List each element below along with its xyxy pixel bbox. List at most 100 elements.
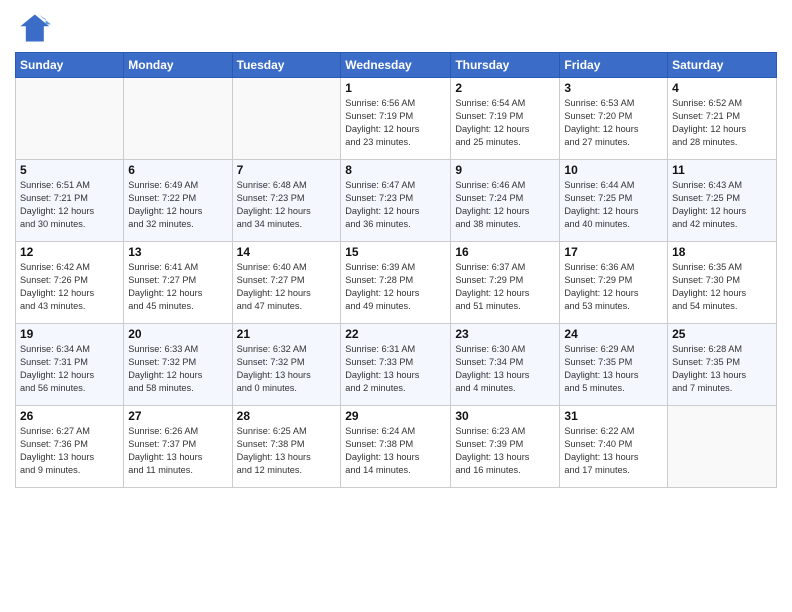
- weekday-header-tuesday: Tuesday: [232, 53, 341, 78]
- day-number: 11: [672, 163, 772, 177]
- day-info: Sunrise: 6:47 AM Sunset: 7:23 PM Dayligh…: [345, 179, 446, 231]
- day-cell: 26 Sunrise: 6:27 AM Sunset: 7:36 PM Dayli…: [16, 406, 124, 488]
- weekday-header-monday: Monday: [124, 53, 232, 78]
- day-info: Sunrise: 6:46 AM Sunset: 7:24 PM Dayligh…: [455, 179, 555, 231]
- day-cell: 14Sunrise: 6:40 AM Sunset: 7:27 PM Dayli…: [232, 242, 341, 324]
- day-info: Sunrise: 6:31 AM Sunset: 7:33 PM Dayligh…: [345, 343, 446, 395]
- day-info: Sunrise: 6:36 AM Sunset: 7:29 PM Dayligh…: [564, 261, 663, 313]
- day-info: Sunrise: 6:27 AM Sunset: 7:36 PM Dayligh…: [20, 425, 119, 477]
- day-cell: 5 Sunrise: 6:51 AM Sunset: 7:21 PM Daylig…: [16, 160, 124, 242]
- day-cell: 4 Sunrise: 6:52 AM Sunset: 7:21 PM Daylig…: [668, 78, 777, 160]
- day-number: 17: [564, 245, 663, 259]
- day-number: 19: [20, 327, 119, 341]
- day-number: 1: [345, 81, 446, 95]
- day-number: 4: [672, 81, 772, 95]
- weekday-header-sunday: Sunday: [16, 53, 124, 78]
- day-cell: 23 Sunrise: 6:30 AM Sunset: 7:34 PM Dayli…: [451, 324, 560, 406]
- day-cell: 8 Sunrise: 6:47 AM Sunset: 7:23 PM Daylig…: [341, 160, 451, 242]
- day-info: Sunrise: 6:41 AM Sunset: 7:27 PM Dayligh…: [128, 261, 227, 313]
- day-info: Sunrise: 6:39 AM Sunset: 7:28 PM Dayligh…: [345, 261, 446, 313]
- weekday-header-thursday: Thursday: [451, 53, 560, 78]
- day-info: Sunrise: 6:34 AM Sunset: 7:31 PM Dayligh…: [20, 343, 119, 395]
- day-info: Sunrise: 6:32 AM Sunset: 7:32 PM Dayligh…: [237, 343, 337, 395]
- day-number: 8: [345, 163, 446, 177]
- day-info: Sunrise: 6:26 AM Sunset: 7:37 PM Dayligh…: [128, 425, 227, 477]
- day-cell: 9 Sunrise: 6:46 AM Sunset: 7:24 PM Daylig…: [451, 160, 560, 242]
- day-cell: 2 Sunrise: 6:54 AM Sunset: 7:19 PM Daylig…: [451, 78, 560, 160]
- weekday-header-friday: Friday: [560, 53, 668, 78]
- day-info: Sunrise: 6:28 AM Sunset: 7:35 PM Dayligh…: [672, 343, 772, 395]
- day-number: 23: [455, 327, 555, 341]
- day-cell: 20Sunrise: 6:33 AM Sunset: 7:32 PM Dayli…: [124, 324, 232, 406]
- day-cell: 27 Sunrise: 6:26 AM Sunset: 7:37 PM Dayli…: [124, 406, 232, 488]
- week-row-5: 26 Sunrise: 6:27 AM Sunset: 7:36 PM Dayli…: [16, 406, 777, 488]
- week-row-2: 5 Sunrise: 6:51 AM Sunset: 7:21 PM Daylig…: [16, 160, 777, 242]
- header: [15, 10, 777, 46]
- week-row-4: 19 Sunrise: 6:34 AM Sunset: 7:31 PM Dayli…: [16, 324, 777, 406]
- day-number: 18: [672, 245, 772, 259]
- day-cell: [124, 78, 232, 160]
- day-number: 31: [564, 409, 663, 423]
- weekday-header-wednesday: Wednesday: [341, 53, 451, 78]
- calendar-table: SundayMondayTuesdayWednesdayThursdayFrid…: [15, 52, 777, 488]
- day-number: 7: [237, 163, 337, 177]
- weekday-header-saturday: Saturday: [668, 53, 777, 78]
- day-cell: [668, 406, 777, 488]
- day-info: Sunrise: 6:48 AM Sunset: 7:23 PM Dayligh…: [237, 179, 337, 231]
- day-cell: 31 Sunrise: 6:22 AM Sunset: 7:40 PM Dayli…: [560, 406, 668, 488]
- day-number: 12: [20, 245, 119, 259]
- day-number: 10: [564, 163, 663, 177]
- day-info: Sunrise: 6:29 AM Sunset: 7:35 PM Dayligh…: [564, 343, 663, 395]
- day-info: Sunrise: 6:52 AM Sunset: 7:21 PM Dayligh…: [672, 97, 772, 149]
- day-info: Sunrise: 6:23 AM Sunset: 7:39 PM Dayligh…: [455, 425, 555, 477]
- day-info: Sunrise: 6:40 AM Sunset: 7:27 PM Dayligh…: [237, 261, 337, 313]
- day-cell: 19 Sunrise: 6:34 AM Sunset: 7:31 PM Dayli…: [16, 324, 124, 406]
- day-number: 13: [128, 245, 227, 259]
- day-cell: 28Sunrise: 6:25 AM Sunset: 7:38 PM Dayli…: [232, 406, 341, 488]
- day-cell: 22 Sunrise: 6:31 AM Sunset: 7:33 PM Dayli…: [341, 324, 451, 406]
- day-info: Sunrise: 6:24 AM Sunset: 7:38 PM Dayligh…: [345, 425, 446, 477]
- day-info: Sunrise: 6:56 AM Sunset: 7:19 PM Dayligh…: [345, 97, 446, 149]
- week-row-3: 12Sunrise: 6:42 AM Sunset: 7:26 PM Dayli…: [16, 242, 777, 324]
- day-number: 5: [20, 163, 119, 177]
- day-number: 2: [455, 81, 555, 95]
- day-cell: 3Sunrise: 6:53 AM Sunset: 7:20 PM Daylig…: [560, 78, 668, 160]
- day-info: Sunrise: 6:43 AM Sunset: 7:25 PM Dayligh…: [672, 179, 772, 231]
- day-info: Sunrise: 6:22 AM Sunset: 7:40 PM Dayligh…: [564, 425, 663, 477]
- week-row-1: 1 Sunrise: 6:56 AM Sunset: 7:19 PM Daylig…: [16, 78, 777, 160]
- day-info: Sunrise: 6:25 AM Sunset: 7:38 PM Dayligh…: [237, 425, 337, 477]
- day-cell: 21 Sunrise: 6:32 AM Sunset: 7:32 PM Dayli…: [232, 324, 341, 406]
- day-info: Sunrise: 6:33 AM Sunset: 7:32 PM Dayligh…: [128, 343, 227, 395]
- day-number: 27: [128, 409, 227, 423]
- day-number: 6: [128, 163, 227, 177]
- day-cell: 16Sunrise: 6:37 AM Sunset: 7:29 PM Dayli…: [451, 242, 560, 324]
- day-number: 25: [672, 327, 772, 341]
- calendar-body: 1 Sunrise: 6:56 AM Sunset: 7:19 PM Daylig…: [16, 78, 777, 488]
- day-number: 3: [564, 81, 663, 95]
- logo: [15, 10, 55, 46]
- day-info: Sunrise: 6:51 AM Sunset: 7:21 PM Dayligh…: [20, 179, 119, 231]
- day-number: 15: [345, 245, 446, 259]
- day-info: Sunrise: 6:37 AM Sunset: 7:29 PM Dayligh…: [455, 261, 555, 313]
- day-number: 26: [20, 409, 119, 423]
- day-cell: [232, 78, 341, 160]
- day-cell: 29Sunrise: 6:24 AM Sunset: 7:38 PM Dayli…: [341, 406, 451, 488]
- day-cell: 7 Sunrise: 6:48 AM Sunset: 7:23 PM Daylig…: [232, 160, 341, 242]
- day-cell: 15 Sunrise: 6:39 AM Sunset: 7:28 PM Dayli…: [341, 242, 451, 324]
- day-cell: 1 Sunrise: 6:56 AM Sunset: 7:19 PM Daylig…: [341, 78, 451, 160]
- day-info: Sunrise: 6:44 AM Sunset: 7:25 PM Dayligh…: [564, 179, 663, 231]
- day-cell: 17 Sunrise: 6:36 AM Sunset: 7:29 PM Dayli…: [560, 242, 668, 324]
- day-info: Sunrise: 6:49 AM Sunset: 7:22 PM Dayligh…: [128, 179, 227, 231]
- day-cell: 11 Sunrise: 6:43 AM Sunset: 7:25 PM Dayli…: [668, 160, 777, 242]
- day-cell: 12Sunrise: 6:42 AM Sunset: 7:26 PM Dayli…: [16, 242, 124, 324]
- day-info: Sunrise: 6:30 AM Sunset: 7:34 PM Dayligh…: [455, 343, 555, 395]
- day-cell: 10 Sunrise: 6:44 AM Sunset: 7:25 PM Dayli…: [560, 160, 668, 242]
- day-number: 21: [237, 327, 337, 341]
- day-number: 22: [345, 327, 446, 341]
- day-number: 9: [455, 163, 555, 177]
- weekday-header-row: SundayMondayTuesdayWednesdayThursdayFrid…: [16, 53, 777, 78]
- day-cell: 24Sunrise: 6:29 AM Sunset: 7:35 PM Dayli…: [560, 324, 668, 406]
- logo-icon: [15, 10, 51, 46]
- calendar-header: SundayMondayTuesdayWednesdayThursdayFrid…: [16, 53, 777, 78]
- day-info: Sunrise: 6:54 AM Sunset: 7:19 PM Dayligh…: [455, 97, 555, 149]
